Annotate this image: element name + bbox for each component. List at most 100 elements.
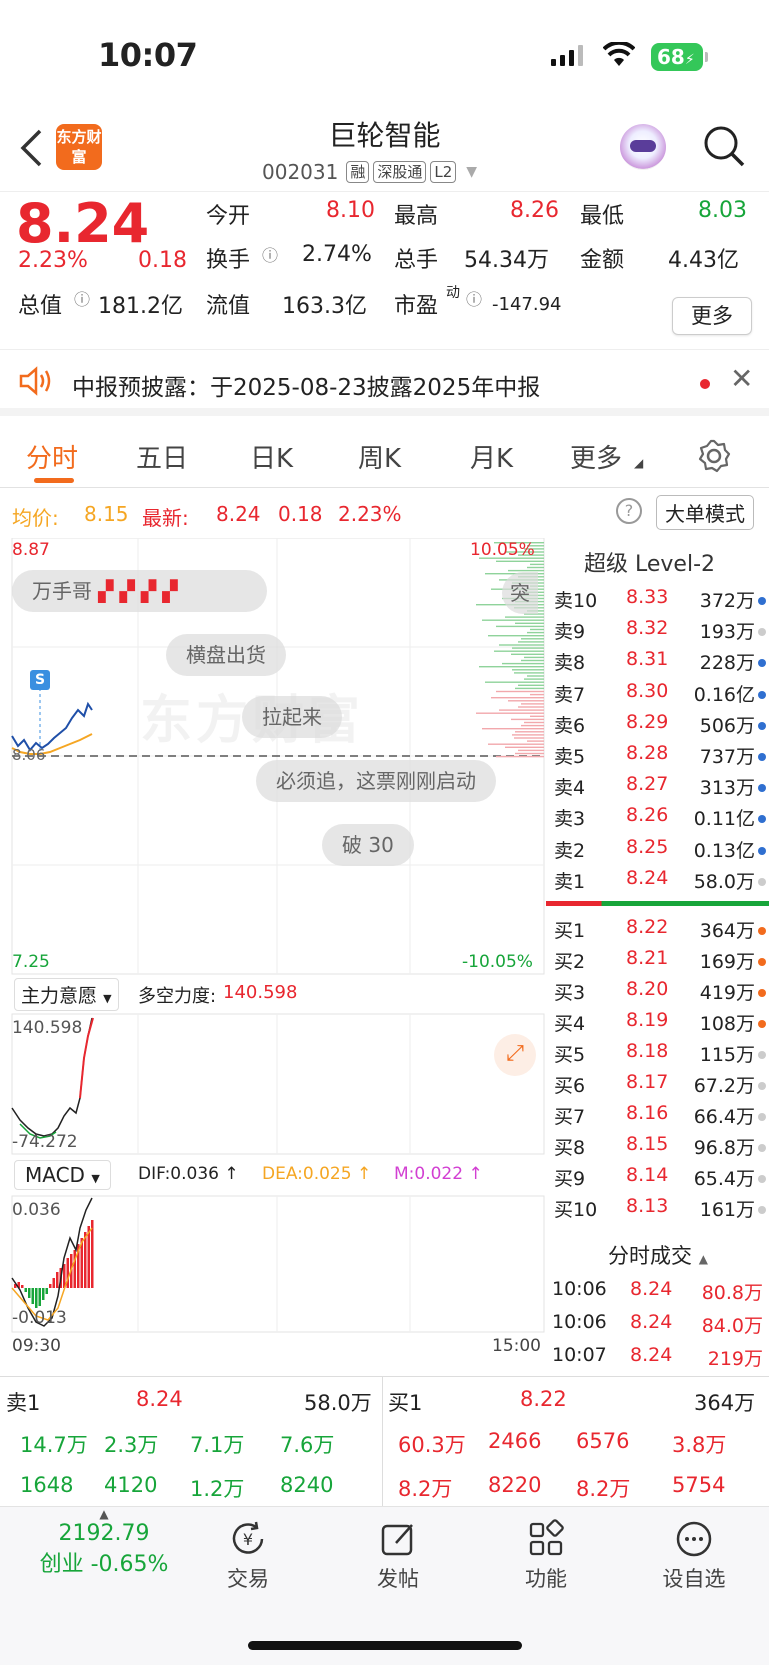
latest-value: 8.24	[216, 502, 261, 526]
comment-text: 万手哥	[32, 579, 92, 603]
comment-bubble[interactable]: 万手哥 ▞▞▞▞	[12, 570, 267, 612]
ask-level: 卖8	[554, 652, 586, 675]
bid-row[interactable]: 买2 8.21 169万	[546, 947, 769, 978]
info-icon[interactable]: ⓘ	[466, 286, 482, 310]
sell-depth-value: 2.3万	[104, 1433, 159, 1457]
ask-row[interactable]: 卖8 8.31 228万	[546, 648, 769, 679]
last-price: 8.24	[16, 192, 150, 255]
bid-row[interactable]: 买8 8.15 96.8万	[546, 1133, 769, 1164]
comment-bubble[interactable]: 必须追，这票刚刚启动	[256, 760, 496, 802]
tab-intraday[interactable]: 分时	[26, 438, 78, 475]
sell-depth-value: 8240	[280, 1473, 334, 1497]
ask-row[interactable]: 卖7 8.30 0.16亿	[546, 680, 769, 711]
gear-icon[interactable]	[696, 438, 732, 474]
ask-row[interactable]: 卖1 8.24 58.0万	[546, 867, 769, 898]
macd-name: MACD	[25, 1163, 85, 1187]
depth-bar	[530, 628, 544, 631]
ask-row[interactable]: 卖9 8.32 193万	[546, 617, 769, 648]
sell-depth-value: 7.1万	[190, 1433, 245, 1457]
status-dot	[758, 690, 766, 699]
notice-bar[interactable]: 中报预披露：于2025-08-23披露2025年中报 ✕	[0, 352, 769, 416]
nav-watchlist[interactable]: 设自选	[644, 1519, 744, 1593]
info-icon[interactable]: ⓘ	[74, 286, 90, 310]
trades-title[interactable]: 分时成交 ▲	[608, 1240, 708, 1270]
tab-more[interactable]: 更多	[570, 438, 622, 475]
depth-bar	[515, 752, 544, 755]
home-indicator[interactable]	[248, 1641, 522, 1650]
ask-row[interactable]: 卖2 8.25 0.13亿	[546, 836, 769, 867]
tab-5day[interactable]: 五日	[136, 438, 188, 475]
help-icon[interactable]: ?	[616, 498, 642, 524]
macd-selector[interactable]: MACD ▼	[14, 1160, 111, 1190]
nav-post[interactable]: 发帖	[348, 1519, 448, 1593]
close-icon[interactable]: ✕	[730, 362, 753, 395]
indicator1-selector[interactable]: 主力意愿 ▼	[14, 978, 119, 1011]
bid-row[interactable]: 买10 8.13 161万	[546, 1195, 769, 1226]
sell-depth-value: 14.7万	[20, 1433, 88, 1457]
ask-level: 卖4	[554, 777, 586, 800]
nav-trade[interactable]: ¥ 交易	[198, 1519, 298, 1593]
macd-min: -0.013	[12, 1308, 67, 1328]
ask-row[interactable]: 卖3 8.26 0.11亿	[546, 804, 769, 835]
big-order-mode-button[interactable]: 大单模式	[656, 495, 754, 530]
nav-functions[interactable]: 功能	[496, 1519, 596, 1593]
change-percent: 2.23%	[18, 248, 88, 273]
indicator1-min: -74.272	[12, 1132, 78, 1152]
ask-price: 8.33	[626, 586, 669, 608]
more-button[interactable]: 更多	[672, 297, 752, 335]
comment-bubble[interactable]: 横盘出货	[166, 634, 286, 676]
tab-monthly-k[interactable]: 月K	[470, 438, 513, 475]
edit-icon	[381, 1524, 413, 1556]
high-value: 8.26	[510, 198, 559, 223]
indicator1-max: 140.598	[12, 1018, 83, 1038]
buy1-label: 买1	[388, 1391, 423, 1415]
tick-trades[interactable]: 分时成交 ▲ 10:06 8.24 80.8万 10:06 8.24 84.0万 10:07…	[546, 1234, 769, 1376]
macd-bar	[73, 1250, 76, 1288]
level1-summary: 卖1 8.24 58.0万 买1 8.22 364万 14.7万 2.3万 7.1万…	[0, 1376, 769, 1507]
bid-row[interactable]: 买5 8.18 115万	[546, 1040, 769, 1071]
intraday-chart-area[interactable]: 东方财富 8.87 10.05% 7.25 -10.05% 8.06 S 万手哥…	[0, 538, 545, 1376]
sell1-label: 卖1	[6, 1391, 41, 1415]
bid-volume: 96.8万	[693, 1137, 755, 1159]
ask-row[interactable]: 卖10 8.33 372万	[546, 586, 769, 617]
battery-level: 68	[657, 45, 685, 69]
search-icon[interactable]	[702, 124, 746, 168]
comment-bubble[interactable]: 破 30	[322, 824, 414, 866]
ask-price: 8.31	[626, 648, 669, 671]
info-icon[interactable]: ⓘ	[262, 242, 278, 266]
index-ticker[interactable]: ▲ 2192.79 创业 -0.65%	[24, 1507, 184, 1578]
high-label: 最高	[394, 204, 439, 229]
chevron-down-icon[interactable]: ▼	[466, 164, 477, 180]
order-book[interactable]: 超级 Level-2 卖10 8.33 372万 卖9 8.32 193万 卖8 8.31 22…	[546, 538, 769, 1293]
expand-icon[interactable]: ⤢	[494, 1034, 536, 1076]
bid-row[interactable]: 买6 8.17 67.2万	[546, 1071, 769, 1102]
bid-row[interactable]: 买3 8.20 419万	[546, 978, 769, 1009]
bid-row[interactable]: 买7 8.16 66.4万	[546, 1102, 769, 1133]
quote-panel: 8.24 2.23% 0.18 今开 8.10 最高 8.26 最低 8.03 …	[0, 192, 769, 350]
buy-depth-value: 8.2万	[576, 1477, 631, 1501]
depth-bar	[524, 721, 544, 724]
tag-connect: 深股通	[373, 161, 427, 183]
tab-daily-k[interactable]: 日K	[250, 438, 293, 475]
comment-bubble[interactable]: 突	[502, 572, 538, 614]
tab-weekly-k[interactable]: 周K	[358, 438, 401, 475]
comment-bubble[interactable]: 拉起来	[242, 696, 342, 738]
depth-bar	[496, 690, 544, 693]
ask-row[interactable]: 卖5 8.28 737万	[546, 742, 769, 773]
status-dot	[758, 784, 766, 793]
s-marker[interactable]: S	[30, 670, 50, 690]
bid-volume: 419万	[699, 982, 755, 1004]
trade-time: 10:06	[552, 1278, 607, 1300]
depth-bar	[488, 743, 544, 745]
ask-row[interactable]: 卖4 8.27 313万	[546, 773, 769, 804]
axis-top-price: 8.87	[12, 540, 50, 560]
bid-row[interactable]: 买9 8.14 65.4万	[546, 1164, 769, 1195]
bid-row[interactable]: 买4 8.19 108万	[546, 1009, 769, 1040]
robot-assistant-icon[interactable]	[620, 124, 666, 170]
depth-bar	[505, 616, 544, 618]
macd-bar	[21, 1285, 24, 1288]
bid-row[interactable]: 买1 8.22 364万	[546, 916, 769, 947]
ask-row[interactable]: 卖6 8.29 506万	[546, 711, 769, 742]
up-arrow-icon: ▲	[99, 1507, 109, 1521]
ask-level: 卖9	[554, 621, 586, 644]
